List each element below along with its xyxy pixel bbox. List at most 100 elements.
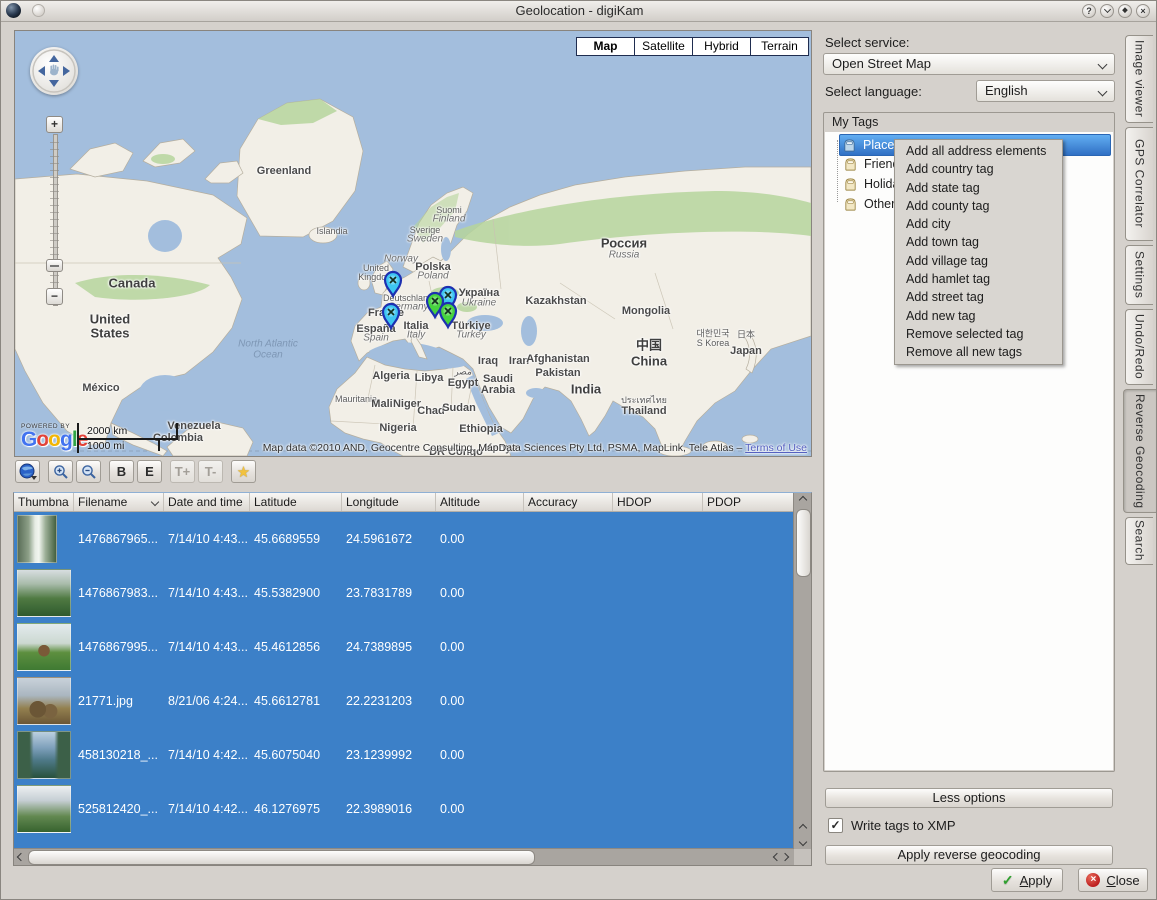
apply-reverse-geocoding-button[interactable]: Apply reverse geocoding xyxy=(825,845,1113,865)
vertical-scroll-thumb[interactable] xyxy=(796,509,811,577)
tab-undo-redo[interactable]: Undo/Redo xyxy=(1125,309,1153,385)
help-button[interactable]: ? xyxy=(1082,4,1096,18)
menu-item-add-street-tag[interactable]: Add street tag xyxy=(895,288,1062,306)
menu-item-add-city[interactable]: Add city xyxy=(895,215,1062,233)
cell-datetime: 8/21/06 4:24... xyxy=(164,694,250,708)
menu-item-add-town-tag[interactable]: Add town tag xyxy=(895,233,1062,251)
less-options-button[interactable]: Less options xyxy=(825,788,1113,808)
my-tags-title: My Tags xyxy=(832,115,878,129)
menu-item-add-all-address-elements[interactable]: Add all address elements xyxy=(895,142,1062,160)
scroll-up2-icon[interactable] xyxy=(794,821,811,835)
dropdown-arrow-icon xyxy=(31,476,37,480)
table-row[interactable]: 21771.jpg 8/21/06 4:24... 45.6612781 22.… xyxy=(14,674,794,728)
pan-left-icon xyxy=(38,66,45,76)
menu-item-add-state-tag[interactable]: Add state tag xyxy=(895,179,1062,197)
zoom-in-button[interactable]: + xyxy=(46,116,63,133)
pan-right-icon xyxy=(63,66,70,76)
scroll-up-icon[interactable] xyxy=(794,493,811,507)
col-pdop[interactable]: PDOP xyxy=(703,493,794,511)
thumbnails-decrease-button[interactable]: T- xyxy=(198,460,223,483)
close-button[interactable]: × xyxy=(1136,4,1150,18)
col-accuracy[interactable]: Accuracy xyxy=(524,493,613,511)
maximize-button[interactable]: ◆ xyxy=(1118,4,1132,18)
language-select[interactable]: English xyxy=(976,80,1115,102)
shade-button[interactable] xyxy=(1100,4,1114,18)
zoom-out-tool-button[interactable] xyxy=(76,460,101,483)
zoom-out-button[interactable]: − xyxy=(46,288,63,305)
map-marker[interactable] xyxy=(385,272,401,296)
tab-gps-correlator[interactable]: GPS Correlator xyxy=(1125,127,1153,241)
cell-datetime: 7/14/10 4:42... xyxy=(164,748,250,762)
image-list: Thumbna Filename Date and time Latitude … xyxy=(13,492,812,866)
cell-longitude: 24.5961672 xyxy=(342,532,436,546)
col-hdop[interactable]: HDOP xyxy=(613,493,703,511)
zoom-handle[interactable] xyxy=(46,259,63,272)
cell-altitude: 0.00 xyxy=(436,802,524,816)
map-pan-control[interactable] xyxy=(30,47,78,95)
map-type-map[interactable]: Map xyxy=(577,38,634,55)
service-value: Open Street Map xyxy=(832,56,931,71)
vertical-scrollbar[interactable] xyxy=(793,493,811,849)
scroll-down-icon[interactable] xyxy=(794,835,811,849)
favorites-button[interactable]: ★ xyxy=(231,460,256,483)
tab-image-viewer[interactable]: Image viewer xyxy=(1125,35,1153,123)
chevron-down-icon xyxy=(1098,87,1108,97)
tag-icon xyxy=(843,177,858,192)
col-filename[interactable]: Filename xyxy=(74,493,164,511)
cell-filename: 525812420_... xyxy=(74,802,164,816)
menu-item-remove-selected-tag[interactable]: Remove selected tag xyxy=(895,325,1062,343)
apply-button[interactable]: ✓ Apply xyxy=(991,868,1063,892)
zoom-in-tool-button[interactable] xyxy=(48,460,73,483)
write-tags-label: Write tags to XMP xyxy=(851,818,956,833)
cell-longitude: 22.3989016 xyxy=(342,802,436,816)
map-type-hybrid[interactable]: Hybrid xyxy=(693,38,750,55)
pan-down-icon xyxy=(49,80,59,87)
table-row[interactable]: 1476867983... 7/14/10 4:43... 45.5382900… xyxy=(14,566,794,620)
menu-item-add-village-tag[interactable]: Add village tag xyxy=(895,252,1062,270)
table-row[interactable]: 1476867995... 7/14/10 4:43... 45.4612856… xyxy=(14,620,794,674)
cell-datetime: 7/14/10 4:42... xyxy=(164,802,250,816)
scroll-left-icon[interactable] xyxy=(14,849,28,865)
cell-filename: 1476867995... xyxy=(74,640,164,654)
table-row[interactable]: 525812420_... 7/14/10 4:42... 46.1276975… xyxy=(14,782,794,836)
logo-letter: o xyxy=(48,428,60,451)
col-thumbnail[interactable]: Thumbna xyxy=(14,493,74,511)
map-marker[interactable] xyxy=(440,303,456,327)
map-marker[interactable] xyxy=(383,304,399,328)
scale-mi-label: 1000 mi xyxy=(87,440,124,452)
close-circle-icon: × xyxy=(1086,873,1100,887)
menu-item-remove-all-new-tags[interactable]: Remove all new tags xyxy=(895,343,1062,361)
horizontal-scrollbar[interactable] xyxy=(14,848,794,865)
tab-search[interactable]: Search xyxy=(1125,517,1153,565)
scrollbar-corner xyxy=(794,849,811,865)
menu-item-add-country-tag[interactable]: Add country tag xyxy=(895,160,1062,178)
map-settings-button[interactable] xyxy=(15,460,40,483)
service-select[interactable]: Open Street Map xyxy=(823,53,1115,75)
terms-of-use-link[interactable]: Terms of Use xyxy=(745,442,807,454)
horizontal-scroll-thumb[interactable] xyxy=(28,850,535,865)
map-copyright: Map data ©2010 AND, Geocentre Consulting… xyxy=(263,442,807,454)
table-row[interactable]: 1476867965... 7/14/10 4:43... 45.6689559… xyxy=(14,512,794,566)
cell-latitude: 45.4612856 xyxy=(250,640,342,654)
edit-coordinates-button[interactable]: E xyxy=(137,460,162,483)
map-type-satellite[interactable]: Satellite xyxy=(635,38,692,55)
tab-settings[interactable]: Settings xyxy=(1125,245,1153,305)
col-longitude[interactable]: Longitude xyxy=(342,493,436,511)
titlebar[interactable]: Geolocation - digiKam ? ◆ × xyxy=(1,1,1157,22)
thumbnails-increase-button[interactable]: T+ xyxy=(170,460,195,483)
write-tags-checkbox[interactable]: ✓ xyxy=(828,818,843,833)
col-altitude[interactable]: Altitude xyxy=(436,493,524,511)
table-row[interactable]: 458130218_... 7/14/10 4:42... 45.6075040… xyxy=(14,728,794,782)
logo-letter: g xyxy=(60,428,72,451)
tab-reverse-geocoding[interactable]: Reverse Geocoding xyxy=(1123,389,1156,513)
menu-item-add-county-tag[interactable]: Add county tag xyxy=(895,197,1062,215)
menu-item-add-hamlet-tag[interactable]: Add hamlet tag xyxy=(895,270,1062,288)
map-widget[interactable]: GreenlandCanadaUnitedStatesMéxicoIslandi… xyxy=(14,30,812,457)
bookmarks-button[interactable]: B xyxy=(109,460,134,483)
col-datetime[interactable]: Date and time xyxy=(164,493,250,511)
scroll-left-right-icons[interactable] xyxy=(768,849,794,865)
menu-item-add-new-tag[interactable]: Add new tag xyxy=(895,307,1062,325)
magnifier-plus-icon xyxy=(53,464,69,480)
col-latitude[interactable]: Latitude xyxy=(250,493,342,511)
map-type-terrain[interactable]: Terrain xyxy=(751,38,808,55)
